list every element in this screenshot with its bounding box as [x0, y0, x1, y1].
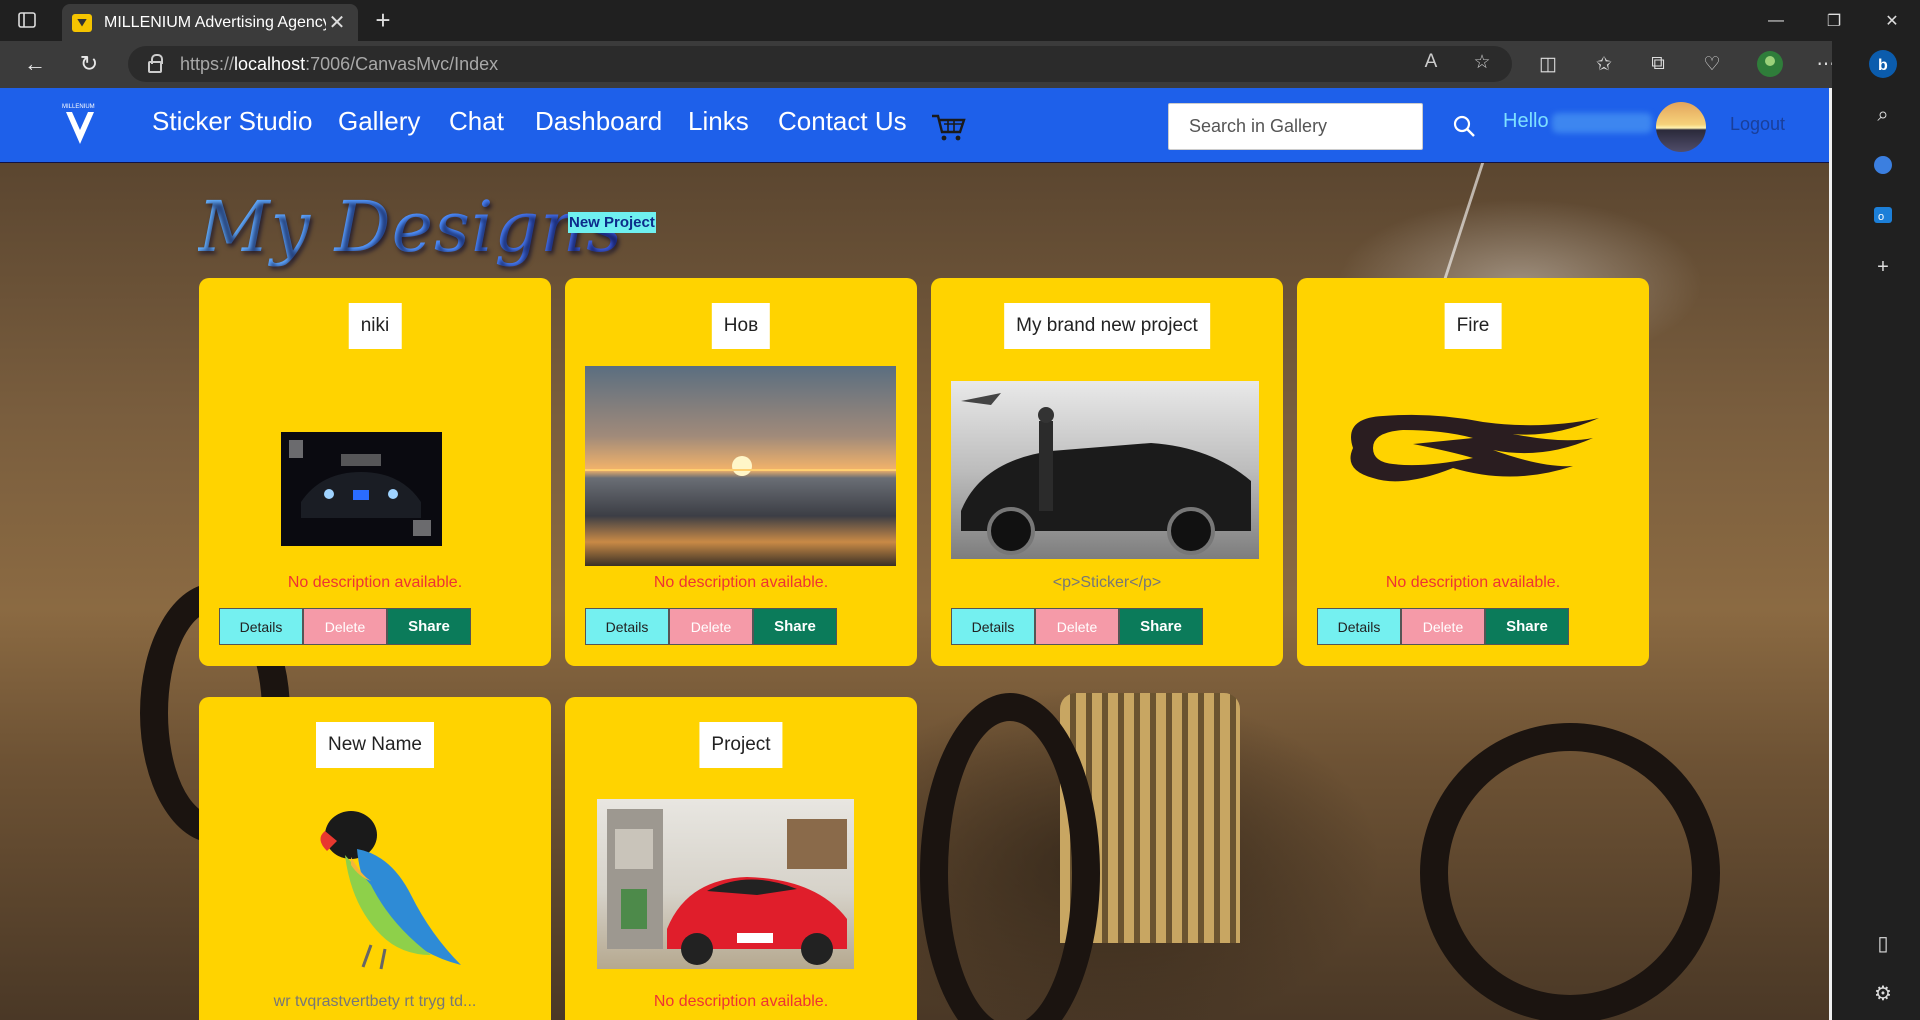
nav-dashboard[interactable]: Dashboard	[535, 106, 662, 137]
details-button[interactable]: Details	[585, 608, 669, 645]
design-card: My brand new project <p>Sticker</p> Deta…	[931, 278, 1283, 666]
card-title: My brand new project	[1004, 303, 1210, 349]
close-tab-icon[interactable]: ✕	[326, 10, 348, 35]
design-thumbnail[interactable]	[585, 366, 896, 566]
favorites-icon[interactable]: ✩	[1588, 49, 1620, 79]
details-button[interactable]: Details	[951, 608, 1035, 645]
browser-address-bar: ← ↻ https://localhost:7006/CanvasMvc/Ind…	[0, 41, 1920, 88]
blurred-username	[1552, 113, 1652, 133]
delete-button[interactable]: Delete	[1035, 608, 1119, 645]
design-card: Fire No description available. Details D…	[1297, 278, 1649, 666]
design-thumbnail[interactable]	[1343, 408, 1599, 488]
browser-tab[interactable]: MILLENIUM Advertising Agency ✕	[62, 4, 358, 41]
nav-sticker-studio[interactable]: Sticker Studio	[152, 106, 312, 137]
gallery-search-input[interactable]	[1168, 103, 1423, 150]
bing-sidebar-icon[interactable]	[1868, 150, 1898, 180]
details-button[interactable]: Details	[1317, 608, 1401, 645]
new-project-button[interactable]: New Project	[568, 212, 656, 233]
share-button[interactable]: Share	[387, 608, 471, 645]
refresh-icon[interactable]: ↻	[72, 49, 106, 79]
design-card: New Name wr tvqrastvertbety rt tryg td..…	[199, 697, 551, 1020]
lock-icon	[148, 54, 163, 73]
search-icon[interactable]	[1452, 114, 1476, 138]
nav-contact-us[interactable]: Contact Us	[778, 106, 907, 137]
card-title: Fire	[1444, 303, 1502, 349]
hello-greeting: Hello	[1503, 110, 1549, 132]
back-icon[interactable]: ←	[18, 49, 52, 79]
design-thumbnail[interactable]	[281, 432, 442, 546]
search-sidebar-icon[interactable]: ⌕	[1868, 100, 1898, 130]
read-aloud-icon[interactable]: A	[1416, 47, 1446, 77]
hide-sidebar-icon[interactable]: ▯	[1868, 928, 1898, 958]
card-title: New Name	[316, 722, 434, 768]
delete-button[interactable]: Delete	[669, 608, 753, 645]
close-window-button[interactable]: ✕	[1864, 0, 1920, 41]
url-field[interactable]: https://localhost:7006/CanvasMvc/Index	[128, 46, 1512, 82]
site-logo[interactable]: MILLENIUM	[62, 100, 98, 150]
logout-link[interactable]: Logout	[1730, 114, 1785, 135]
card-description: <p>Sticker</p>	[1052, 574, 1162, 591]
svg-text:MILLENIUM: MILLENIUM	[62, 104, 95, 110]
design-card: niki No description available. Details D…	[199, 278, 551, 666]
share-button[interactable]: Share	[1119, 608, 1203, 645]
card-description: No description available.	[287, 574, 463, 591]
tab-title: MILLENIUM Advertising Agency	[104, 13, 326, 31]
design-thumbnail[interactable]	[311, 805, 471, 975]
avatar[interactable]	[1656, 102, 1706, 152]
profile-icon[interactable]	[1754, 49, 1786, 79]
svg-text:b: b	[1878, 57, 1888, 74]
sidebar-settings-icon[interactable]: ⚙	[1868, 978, 1898, 1008]
delete-button[interactable]: Delete	[303, 608, 387, 645]
minimize-window-button[interactable]: —	[1748, 0, 1804, 41]
design-card: Нов No description available. Details De…	[565, 278, 917, 666]
card-description: wr tvqrastvertbety rt tryg td...	[273, 993, 477, 1010]
card-title: niki	[348, 303, 402, 349]
card-description: No description available.	[1385, 574, 1561, 591]
card-description: No description available.	[653, 574, 829, 591]
outlook-icon[interactable]: o	[1868, 200, 1898, 230]
favorite-star-icon[interactable]: ☆	[1467, 47, 1497, 77]
card-title: Project	[699, 722, 783, 768]
card-title: Нов	[711, 303, 771, 349]
card-description: No description available.	[653, 993, 829, 1010]
edge-sidebar	[1832, 41, 1920, 1020]
share-button[interactable]: Share	[753, 608, 837, 645]
share-button[interactable]: Share	[1485, 608, 1569, 645]
svg-text:o: o	[1878, 211, 1884, 223]
site-navbar: MILLENIUM Sticker Studio Gallery Chat Da…	[0, 88, 1832, 163]
design-thumbnail[interactable]	[951, 381, 1259, 559]
cart-icon[interactable]	[930, 112, 966, 142]
design-thumbnail[interactable]	[597, 799, 854, 969]
browser-essentials-icon[interactable]: ♡	[1696, 49, 1728, 79]
details-button[interactable]: Details	[219, 608, 303, 645]
nav-gallery[interactable]: Gallery	[338, 106, 420, 137]
copilot-icon[interactable]: b	[1868, 49, 1898, 79]
delete-button[interactable]: Delete	[1401, 608, 1485, 645]
url-text: https://localhost:7006/CanvasMvc/Index	[180, 53, 499, 74]
new-tab-button[interactable]: +	[368, 4, 398, 36]
page-viewport: MILLENIUM Sticker Studio Gallery Chat Da…	[0, 88, 1832, 1020]
split-screen-icon[interactable]: ◫	[1532, 49, 1564, 79]
design-card: Project No description available.	[565, 697, 917, 1020]
browser-tab-bar: MILLENIUM Advertising Agency ✕ + — ❐ ✕	[0, 0, 1920, 41]
maximize-window-button[interactable]: ❐	[1806, 0, 1862, 41]
add-sidebar-app-icon[interactable]: +	[1868, 252, 1898, 282]
page-title: My Designs	[198, 186, 624, 268]
nav-links[interactable]: Links	[688, 106, 749, 137]
site-favicon-icon	[72, 13, 92, 32]
nav-chat[interactable]: Chat	[449, 106, 504, 137]
page-scrollbar-track[interactable]	[1829, 88, 1832, 1020]
tab-actions-icon[interactable]	[14, 8, 40, 32]
collections-icon[interactable]: ⧉	[1642, 49, 1674, 79]
